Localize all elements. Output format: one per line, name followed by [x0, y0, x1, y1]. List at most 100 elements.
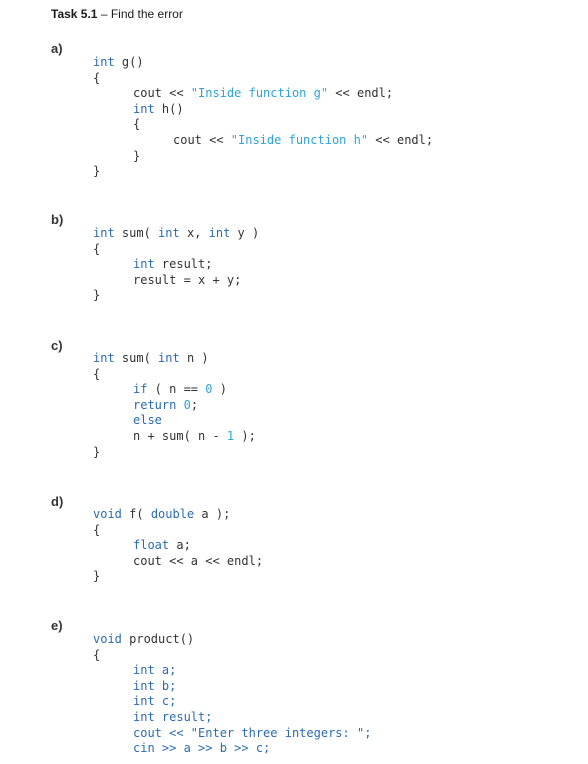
code-line: cout << "Inside function g" << endl;: [93, 86, 433, 102]
code-text: a );: [194, 507, 231, 521]
code-line: int g(): [93, 55, 433, 71]
code-line: int sum( int x, int y ): [93, 226, 259, 242]
code-text: }: [93, 288, 101, 303]
code-text: ( n ==: [147, 382, 206, 397]
code-string: "Inside function h": [230, 132, 369, 147]
code-line: {: [93, 367, 256, 383]
code-line: cout << a << endl;: [93, 554, 263, 570]
code-text: int a;: [133, 663, 177, 678]
code-line: if ( n == 0 ): [93, 382, 256, 398]
code-line: n + sum( n - 1 );: [93, 429, 256, 445]
code-text: int b;: [133, 678, 177, 693]
code-string: "Inside function g": [190, 86, 329, 101]
code-line: int sum( int n ): [93, 351, 256, 367]
code-block-b: int sum( int x, int y ){int result; resul…: [93, 226, 259, 304]
section-label-e: e): [51, 618, 63, 633]
code-text: }: [93, 164, 101, 179]
code-line: {: [93, 117, 433, 133]
code-text: << endl;: [328, 86, 394, 101]
code-text: n ): [179, 351, 209, 365]
code-text: sum(: [114, 226, 159, 240]
code-line: cout << "Inside function h" << endl;: [93, 133, 433, 149]
code-number: 0: [183, 397, 191, 412]
code-line: cin >> a >> b >> c;: [93, 741, 371, 757]
code-line: int result;: [93, 710, 371, 726]
section-label-b: b): [51, 212, 64, 227]
code-line: void product(): [93, 632, 371, 648]
code-text: x,: [179, 226, 209, 240]
code-line: cout << "Enter three integers: ";: [93, 726, 371, 742]
code-line: int c;: [93, 694, 371, 710]
code-line: void f( double a );: [93, 507, 263, 523]
code-line: {: [93, 242, 259, 258]
code-keyword: int: [93, 55, 115, 69]
code-keyword: void: [93, 632, 122, 646]
task-description: – Find the error: [97, 7, 183, 21]
code-line: }: [93, 164, 433, 180]
code-text: {: [93, 647, 101, 662]
code-text: product(): [121, 632, 195, 646]
code-keyword: int: [133, 101, 155, 116]
code-line: }: [93, 288, 259, 304]
code-keyword: float: [133, 538, 170, 553]
code-text: int result;: [133, 709, 213, 724]
code-block-c: int sum( int n ){if ( n == 0 ) return 0; e…: [93, 351, 256, 460]
code-line: int a;: [93, 663, 371, 679]
code-block-e: void product(){int a; int b; int c; int res…: [93, 632, 371, 757]
code-text: y ): [230, 226, 260, 240]
code-keyword: return: [133, 397, 177, 412]
code-text: {: [133, 117, 141, 132]
code-text: cout <<: [173, 132, 231, 147]
code-text: cout << "Enter three integers: ";: [133, 725, 372, 740]
code-text: ;: [190, 397, 199, 412]
code-line: }: [93, 445, 256, 461]
code-keyword: if: [133, 382, 148, 397]
code-line: return 0;: [93, 398, 256, 414]
code-keyword: int: [158, 351, 180, 365]
code-block-a: int g(){cout << "Inside function g" << e…: [93, 55, 433, 180]
code-text: );: [234, 428, 256, 443]
code-keyword: int: [158, 226, 180, 240]
code-keyword: int: [93, 351, 115, 365]
task-title: Task 5.1 – Find the error: [51, 7, 183, 21]
section-label-c: c): [51, 338, 63, 353]
code-text: g(): [114, 55, 144, 69]
code-text: {: [93, 366, 101, 381]
code-keyword: double: [150, 507, 195, 521]
section-label-a: a): [51, 41, 63, 56]
code-keyword: int: [133, 257, 155, 272]
code-line: int b;: [93, 679, 371, 695]
code-text: {: [93, 70, 101, 85]
code-text: sum(: [114, 351, 159, 365]
code-line: float a;: [93, 538, 263, 554]
code-text: }: [93, 444, 101, 459]
section-label-d: d): [51, 494, 64, 509]
code-keyword: void: [93, 507, 122, 521]
code-text: cout <<: [133, 86, 191, 101]
code-text: {: [93, 241, 101, 256]
code-text: }: [93, 569, 101, 584]
code-text: a;: [169, 538, 191, 553]
code-text: {: [93, 522, 101, 537]
code-line: }: [93, 569, 263, 585]
code-text: result;: [154, 257, 213, 272]
code-line: else: [93, 413, 256, 429]
code-text: n + sum( n -: [133, 428, 227, 443]
code-line: {: [93, 523, 263, 539]
code-line: {: [93, 648, 371, 664]
code-text: int c;: [133, 694, 177, 709]
task-number: Task 5.1: [51, 7, 98, 21]
code-text: f(: [121, 507, 151, 521]
code-keyword: else: [133, 413, 162, 428]
code-text: << endl;: [368, 132, 434, 147]
code-text: cin >> a >> b >> c;: [133, 741, 271, 756]
code-text: result = x + y;: [133, 272, 242, 287]
code-text: cout << a << endl;: [133, 553, 264, 568]
code-line: {: [93, 71, 433, 87]
code-keyword: int: [93, 226, 115, 240]
code-block-d: void f( double a );{float a; cout << a <<…: [93, 507, 263, 585]
code-line: result = x + y;: [93, 273, 259, 289]
code-line: int h(): [93, 102, 433, 118]
code-keyword: int: [208, 226, 231, 240]
